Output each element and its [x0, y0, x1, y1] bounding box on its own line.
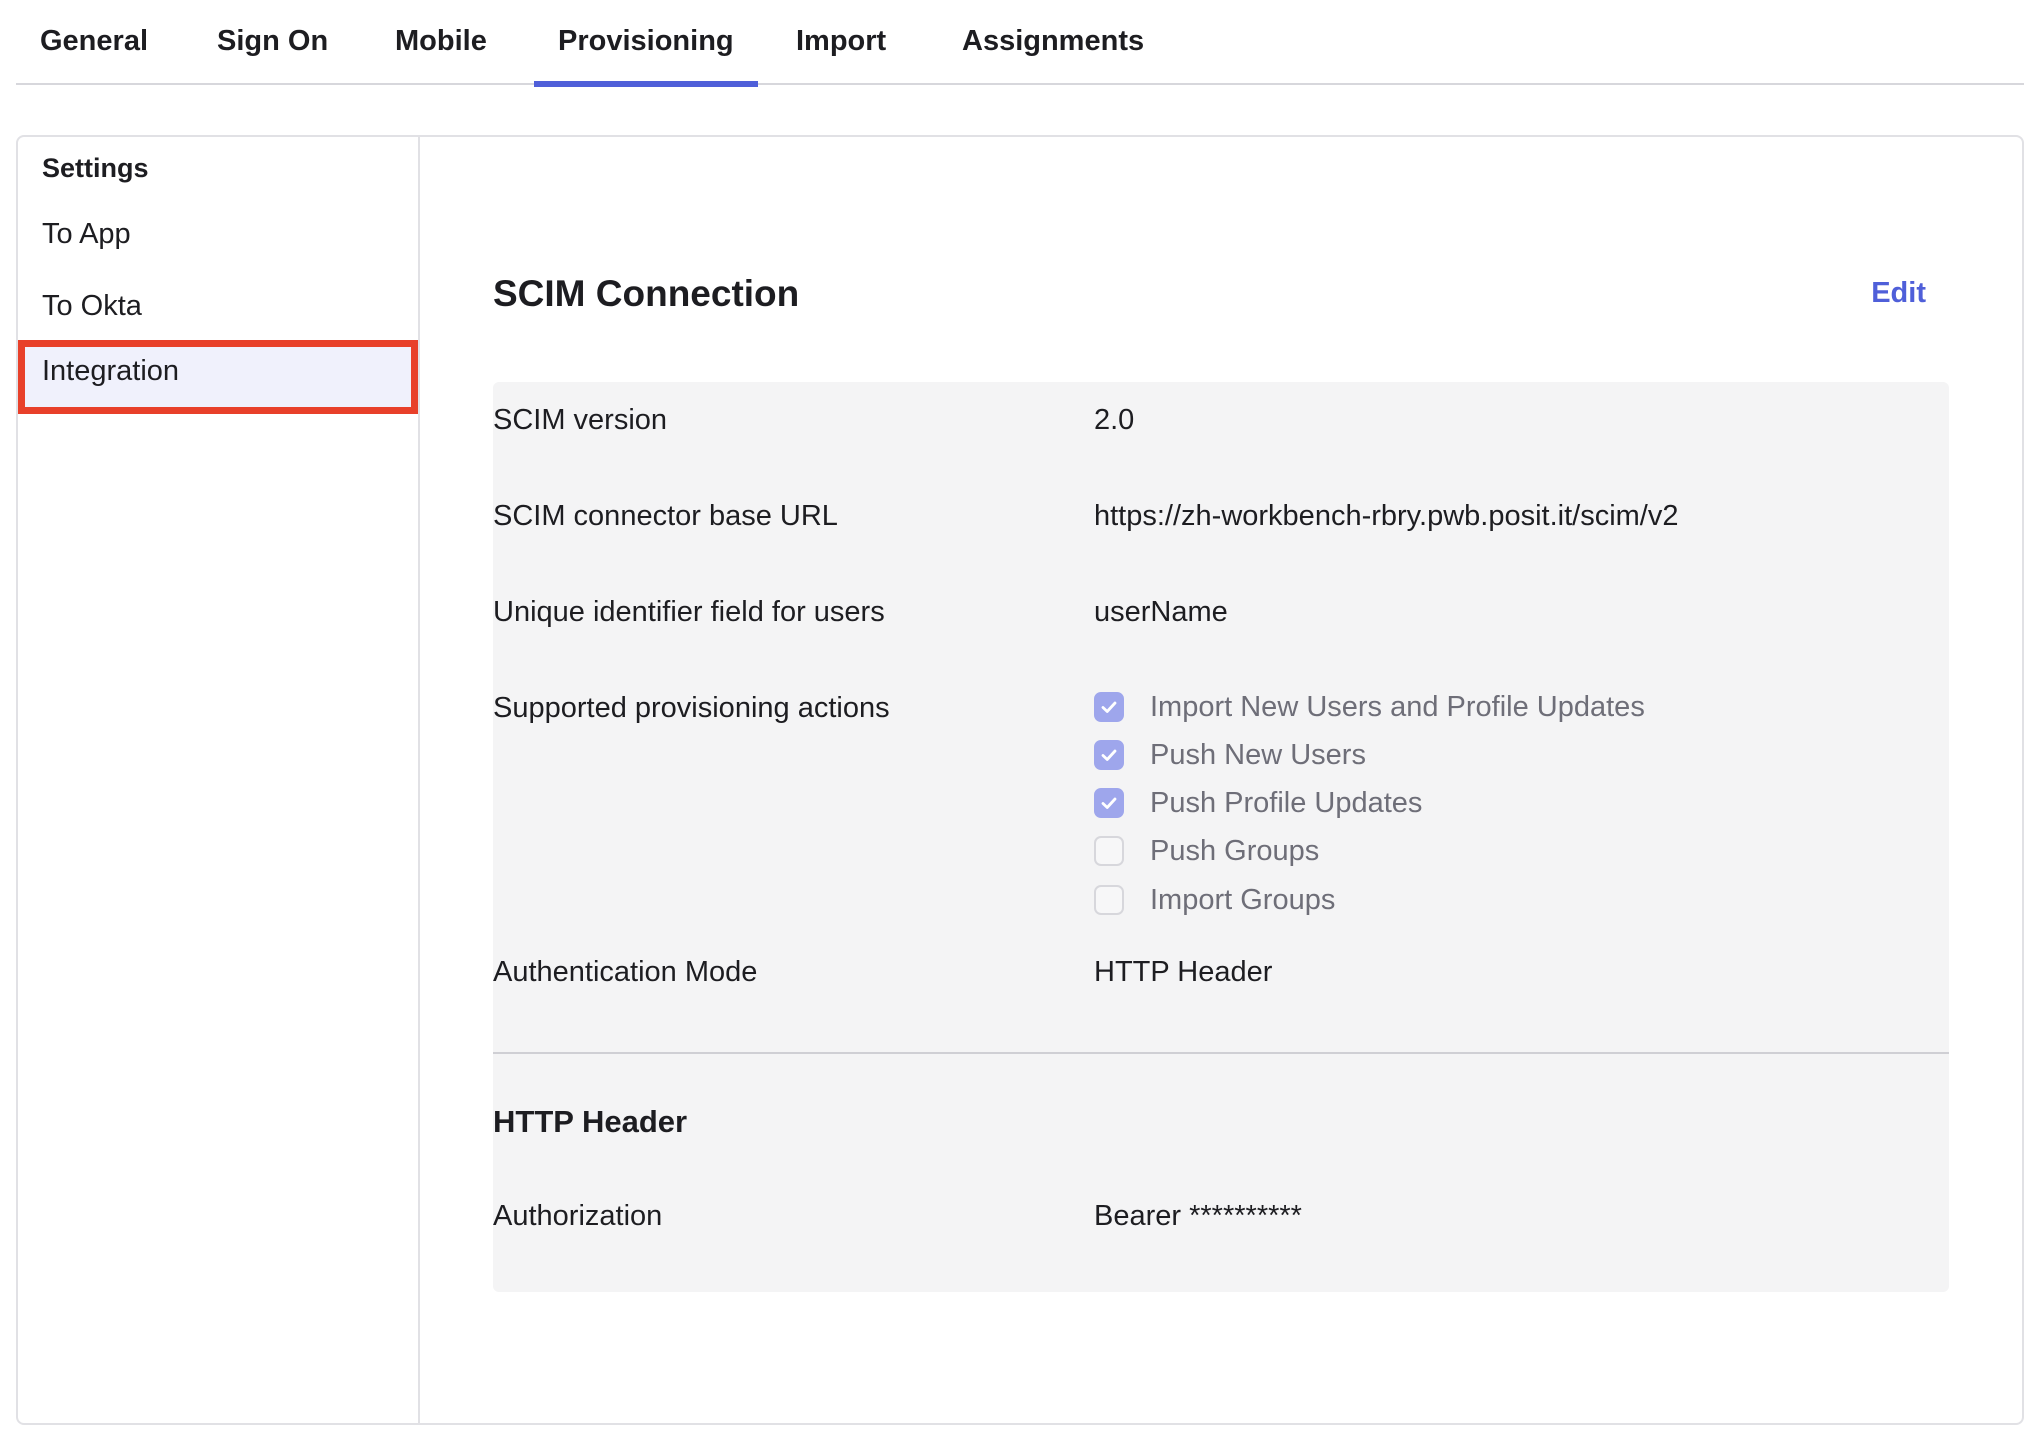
http-header-title: HTTP Header: [493, 1104, 688, 1139]
action-label: Import New Users and Profile Updates: [1150, 690, 1645, 723]
scim-details-box: SCIM version 2.0 SCIM connector base URL…: [493, 382, 1949, 1292]
base-url-value: https://zh-workbench-rbry.pwb.posit.it/s…: [1094, 500, 1679, 532]
action-label: Push New Users: [1150, 738, 1366, 771]
checkbox-checked-icon: [1094, 692, 1124, 722]
scim-version-label: SCIM version: [493, 404, 668, 436]
authorization-label: Authorization: [493, 1200, 663, 1232]
edit-button[interactable]: Edit: [1871, 277, 1926, 310]
base-url-label: SCIM connector base URL: [493, 500, 838, 532]
scim-version-value: 2.0: [1094, 404, 1135, 436]
sidebar-heading: Settings: [42, 153, 149, 183]
tab-bar: General Sign On Mobile Provisioning Impo…: [16, 0, 2024, 87]
sidebar-item-integration[interactable]: Integration: [18, 340, 418, 414]
auth-mode-value: HTTP Header: [1094, 956, 1273, 988]
settings-sidebar: Settings To App To Okta Integration: [18, 137, 420, 1423]
main-content: SCIM Connection Edit SCIM version 2.0 SC…: [420, 137, 2022, 1423]
unique-id-label: Unique identifier field for users: [493, 596, 885, 628]
checkbox-unchecked-icon: [1094, 885, 1124, 915]
checkbox-unchecked-icon: [1094, 836, 1124, 866]
action-push-groups: Push Groups: [1094, 831, 1319, 871]
action-import-new-users: Import New Users and Profile Updates: [1094, 687, 1645, 727]
authorization-value: Bearer **********: [1094, 1200, 1302, 1232]
action-label: Push Profile Updates: [1150, 786, 1423, 819]
app-page: General Sign On Mobile Provisioning Impo…: [0, 0, 2030, 1438]
tab-provisioning[interactable]: Provisioning: [534, 0, 758, 87]
sidebar-item-to-app[interactable]: To App: [18, 203, 418, 265]
tab-sign-on[interactable]: Sign On: [217, 0, 328, 85]
action-push-new-users: Push New Users: [1094, 735, 1366, 775]
unique-id-value: userName: [1094, 596, 1228, 628]
action-label: Import Groups: [1150, 883, 1336, 916]
checkbox-checked-icon: [1094, 788, 1124, 818]
provisioning-actions-label: Supported provisioning actions: [493, 692, 890, 724]
action-import-groups: Import Groups: [1094, 880, 1335, 920]
sidebar-item-to-okta[interactable]: To Okta: [18, 275, 418, 337]
auth-mode-label: Authentication Mode: [493, 956, 758, 988]
tab-assignments[interactable]: Assignments: [962, 0, 1144, 85]
tab-general[interactable]: General: [40, 0, 148, 85]
action-label: Push Groups: [1150, 834, 1320, 867]
checkbox-checked-icon: [1094, 740, 1124, 770]
settings-panel: Settings To App To Okta Integration SCIM…: [16, 135, 2024, 1425]
tab-import[interactable]: Import: [796, 0, 886, 85]
tab-mobile[interactable]: Mobile: [395, 0, 487, 85]
section-divider: [493, 1052, 1949, 1054]
section-title: SCIM Connection: [493, 273, 800, 314]
action-push-profile-updates: Push Profile Updates: [1094, 783, 1422, 823]
